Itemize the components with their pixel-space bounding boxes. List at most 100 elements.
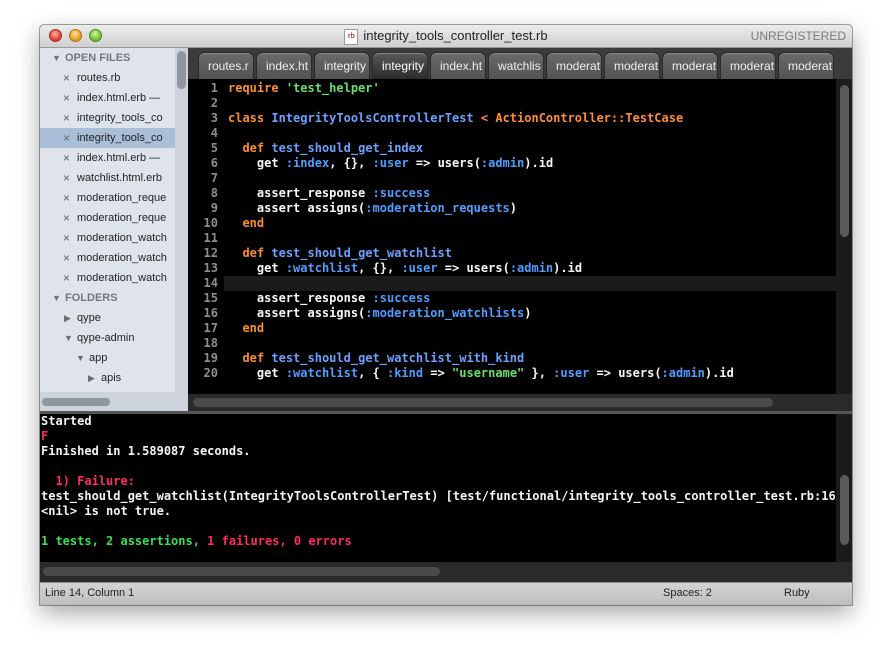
- close-file-icon[interactable]: ×: [63, 88, 70, 108]
- open-file-item[interactable]: × index.html.erb —: [40, 148, 175, 168]
- open-file-item[interactable]: × moderation_watch: [40, 228, 175, 248]
- code-line: assert assigns(:moderation_requests): [228, 201, 517, 216]
- tab-routes[interactable]: routes.r: [198, 52, 254, 79]
- tab-moderation[interactable]: moderat: [720, 52, 776, 79]
- line-number: 16: [203, 306, 218, 320]
- close-file-icon[interactable]: ×: [63, 108, 70, 128]
- folder-item[interactable]: ▶ apis: [40, 368, 175, 388]
- tab-integrity-active[interactable]: integrity: [372, 52, 428, 79]
- output-vertical-scroll-thumb[interactable]: [840, 475, 849, 545]
- close-file-icon[interactable]: ×: [63, 148, 70, 168]
- collapse-triangle-icon: ▼: [52, 293, 61, 303]
- collapse-triangle-icon: ▼: [52, 53, 61, 63]
- close-file-icon[interactable]: ×: [63, 128, 70, 148]
- code-editor[interactable]: 1 2 3 4 5 6 7 8 9 10 11 12 13 14 15 16 1…: [188, 79, 836, 394]
- tab-moderation[interactable]: moderat: [604, 52, 660, 79]
- sidebar-horizontal-scroll-thumb[interactable]: [42, 398, 110, 406]
- folder-label: qype: [77, 312, 101, 324]
- tab-integrity[interactable]: integrity: [314, 52, 370, 79]
- code-text: => users(: [408, 156, 481, 170]
- editor-vertical-scroll-thumb[interactable]: [840, 85, 849, 237]
- line-number: 10: [203, 216, 218, 230]
- code-text: ): [524, 306, 532, 320]
- build-output-panel[interactable]: Started F Finished in 1.589087 seconds. …: [40, 414, 836, 562]
- open-file-item-selected[interactable]: × integrity_tools_co: [40, 128, 175, 148]
- line-number: 7: [210, 171, 218, 185]
- folder-item[interactable]: ▶ qype: [40, 308, 175, 328]
- code-symbol: :moderation_watchlists: [365, 306, 525, 320]
- code-symbol: :user: [372, 156, 409, 170]
- open-file-item[interactable]: × moderation_watch: [40, 248, 175, 268]
- output-failure-heading: 1) Failure:: [41, 474, 135, 488]
- code-line: assert assigns(:moderation_watchlists): [228, 306, 532, 321]
- sidebar-vertical-scroll-thumb[interactable]: [177, 51, 186, 89]
- indentation-setting[interactable]: Spaces: 2: [663, 587, 712, 599]
- code-line: get :watchlist, {}, :user => users(:admi…: [228, 261, 582, 276]
- folders-header-label: FOLDERS: [65, 292, 118, 304]
- code-line: assert_response :success: [228, 291, 430, 306]
- tab-index[interactable]: index.ht: [256, 52, 312, 79]
- open-file-item[interactable]: × moderation_reque: [40, 208, 175, 228]
- line-number: 1: [210, 81, 218, 95]
- code-text: get: [256, 156, 279, 170]
- code-string: "username": [452, 366, 525, 380]
- tab-watchlist[interactable]: watchlis: [488, 52, 544, 79]
- editor-horizontal-scroll-thumb[interactable]: [193, 398, 773, 407]
- line-number: 14: [203, 276, 218, 290]
- title-bar: rb integrity_tools_controller_test.rb UNR…: [40, 25, 852, 48]
- line-number: 12: [203, 246, 218, 260]
- code-line: def test_should_get_watchlist: [228, 246, 452, 261]
- expand-triangle-icon[interactable]: ▶: [88, 368, 95, 388]
- tab-index[interactable]: index.ht: [430, 52, 486, 79]
- folders-header[interactable]: ▼ FOLDERS: [40, 288, 175, 308]
- code-keyword: end: [242, 321, 265, 335]
- code-symbol: :admin: [661, 366, 705, 380]
- close-file-icon[interactable]: ×: [63, 208, 70, 228]
- collapse-triangle-icon[interactable]: ▼: [64, 328, 73, 348]
- tab-moderation[interactable]: moderat: [546, 52, 602, 79]
- close-file-icon[interactable]: ×: [63, 188, 70, 208]
- code-method-name: test_should_get_watchlist_with_kind: [271, 351, 525, 365]
- code-text: get: [256, 261, 279, 275]
- expand-triangle-icon[interactable]: ▶: [64, 308, 71, 328]
- close-file-icon[interactable]: ×: [63, 268, 70, 288]
- close-file-icon[interactable]: ×: [63, 68, 70, 88]
- folder-item[interactable]: ▼ app: [40, 348, 175, 368]
- tab-moderation[interactable]: moderat: [778, 52, 834, 79]
- code-text: ).id: [704, 366, 734, 380]
- code-keyword: require: [228, 81, 279, 95]
- open-file-item[interactable]: × routes.rb: [40, 68, 175, 88]
- output-horizontal-scroll-thumb[interactable]: [43, 567, 440, 576]
- output-failing-test: test_should_get_watchlist(IntegrityTools…: [41, 489, 836, 503]
- output-finished: Finished in 1.589087 seconds.: [41, 444, 251, 458]
- code-text: assert assigns(: [256, 201, 366, 215]
- syntax-selector[interactable]: Ruby: [784, 587, 810, 599]
- open-file-item[interactable]: × moderation_watch: [40, 268, 175, 288]
- code-symbol: :watchlist: [285, 261, 359, 275]
- line-number: 20: [203, 366, 218, 380]
- window-title-wrap: rb integrity_tools_controller_test.rb: [40, 28, 852, 45]
- collapse-triangle-icon[interactable]: ▼: [76, 348, 85, 368]
- open-file-item[interactable]: × integrity_tools_co: [40, 108, 175, 128]
- open-file-item[interactable]: × watchlist.html.erb: [40, 168, 175, 188]
- open-file-item[interactable]: × moderation_reque: [40, 188, 175, 208]
- code-text: ).id: [553, 261, 583, 275]
- open-file-label: integrity_tools_co: [77, 112, 163, 124]
- open-files-header[interactable]: ▼ OPEN FILES: [40, 48, 175, 68]
- close-file-icon[interactable]: ×: [63, 168, 70, 188]
- tab-label: moderat: [672, 59, 716, 73]
- code-text: assert assigns(: [256, 306, 366, 320]
- tab-moderation[interactable]: moderat: [662, 52, 718, 79]
- line-number: 6: [210, 156, 218, 170]
- code-text: ): [509, 201, 518, 215]
- open-file-item[interactable]: × index.html.erb —: [40, 88, 175, 108]
- code-symbol: :user: [401, 261, 438, 275]
- tab-label: routes.r: [208, 59, 249, 73]
- close-file-icon[interactable]: ×: [63, 228, 70, 248]
- open-file-label: index.html.erb —: [77, 92, 161, 104]
- folder-item[interactable]: ▼ qype-admin: [40, 328, 175, 348]
- close-file-icon[interactable]: ×: [63, 248, 70, 268]
- tab-label: moderat: [556, 59, 600, 73]
- unregistered-label: UNREGISTERED: [750, 29, 846, 43]
- sidebar-vertical-scrollbar[interactable]: [175, 48, 188, 411]
